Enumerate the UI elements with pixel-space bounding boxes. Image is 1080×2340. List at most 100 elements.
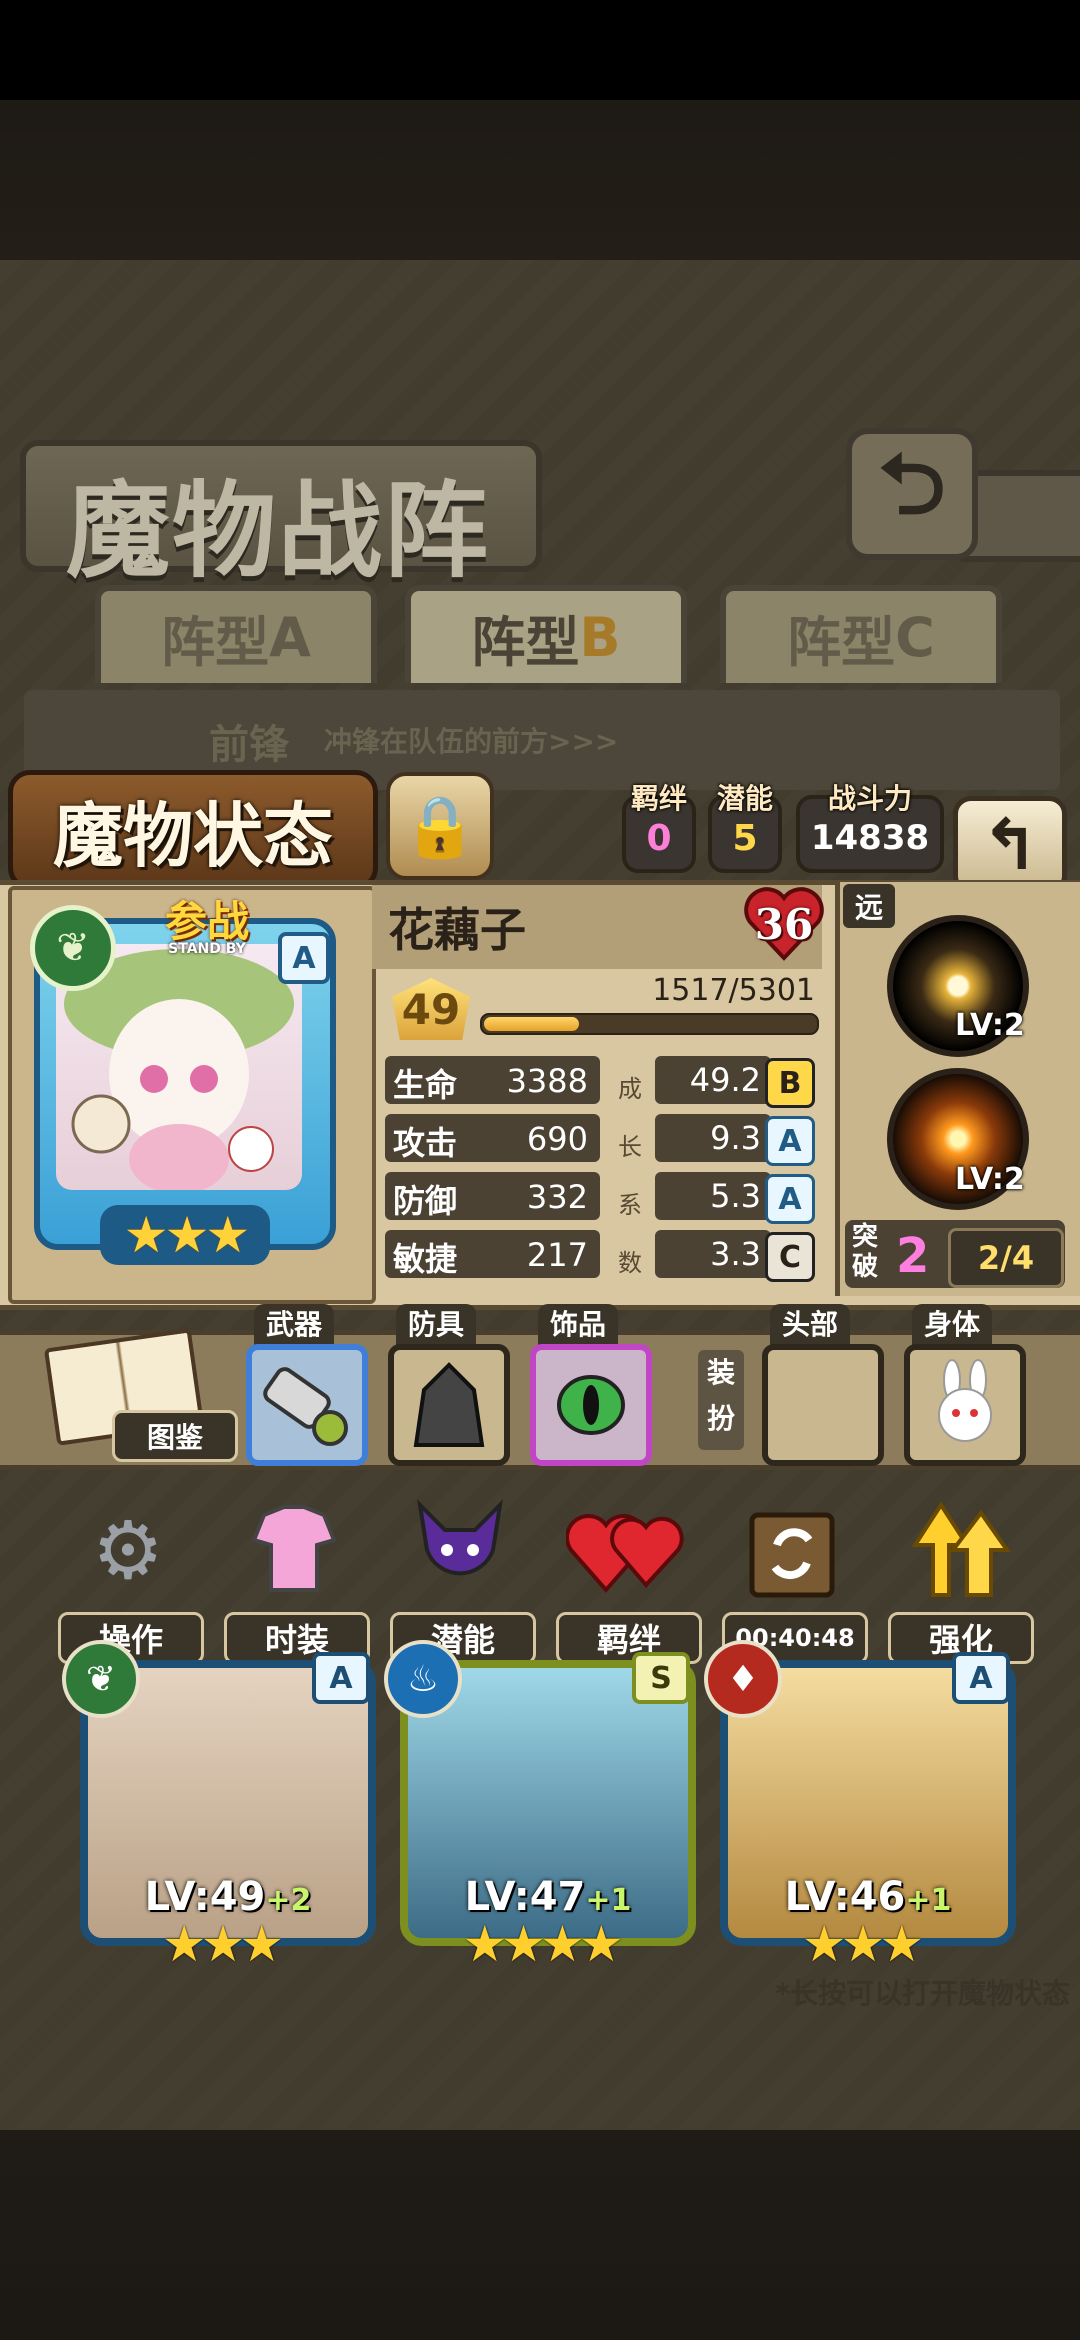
operation-button[interactable]: ⚙ 操作 [58, 1490, 204, 1664]
stat-row-hp: 生命 3388 49.2 B [385, 1056, 815, 1108]
card-plus: +1 [905, 1883, 952, 1918]
heart-badge: 36 [742, 882, 826, 966]
range-tag: 远 [843, 884, 895, 928]
codex-label: 图鉴 [112, 1410, 238, 1462]
lock-icon: 🔒 [402, 791, 478, 862]
outfit-icon [234, 1490, 354, 1610]
fire-element-icon: ♦ [704, 1640, 782, 1718]
stat-grade: A [765, 1174, 815, 1224]
screen-title: 魔物战阵 [66, 469, 491, 592]
vanguard-label: 前锋 [209, 722, 289, 768]
card-plus: +1 [585, 1883, 632, 1918]
tab-label: 阵型 [787, 610, 896, 674]
card-level: LV:46 [784, 1874, 906, 1920]
skill-level: LV:2 [955, 1162, 1025, 1197]
stat-name: 敏捷 [393, 1240, 458, 1278]
bond-value: 0 [646, 817, 672, 859]
card-stars: ★★★ [161, 1915, 284, 1973]
card-rank: S [632, 1652, 690, 1704]
hearts-icon [566, 1490, 686, 1610]
breakthrough-progress: 2/4 [948, 1228, 1064, 1288]
demon-icon [400, 1490, 520, 1610]
stat-value: 217 [526, 1236, 588, 1274]
tab-label: 阵型 [161, 610, 270, 674]
potential-pill: 潜能 5 [708, 782, 782, 873]
card-plus: +2 [265, 1883, 312, 1918]
potential-button[interactable]: 潜能 [390, 1490, 536, 1664]
stat-name: 防御 [393, 1182, 458, 1220]
bond-pill: 羁绊 0 [622, 782, 696, 873]
card-stars: ★★★★ [462, 1915, 623, 1973]
stat-grade: A [765, 1116, 815, 1166]
bond-button[interactable]: 羁绊 [556, 1490, 702, 1664]
cloak-icon [413, 1362, 485, 1447]
monster-stars: ★★★ [100, 1205, 270, 1265]
stat-grade: C [765, 1232, 815, 1282]
power-value: 14838 [810, 818, 930, 858]
card-level: LV:49 [144, 1874, 266, 1920]
eye-amulet-icon [557, 1375, 625, 1435]
exp-bar [480, 1013, 819, 1035]
back-arrow-icon: ⮌ [878, 434, 946, 533]
weapon-gatling-icon [263, 1367, 348, 1446]
breakthrough-label: 突破 [852, 1222, 879, 1282]
armor-slot[interactable] [388, 1344, 510, 1466]
tab-label: 阵型 [471, 610, 580, 674]
fashion-button[interactable]: 时装 [224, 1490, 370, 1664]
accessory-slot[interactable] [530, 1344, 652, 1466]
card-rank: A [312, 1652, 370, 1704]
leaf-element-icon: ❦ [30, 905, 116, 991]
title-plate: 魔物战阵 [20, 440, 542, 592]
stat-value: 332 [526, 1178, 588, 1216]
growth-char: 数 [618, 1249, 642, 1277]
lock-button[interactable]: 🔒 [386, 772, 494, 880]
stat-row-defense: 防御 332 5.3 A [385, 1172, 815, 1224]
dress-label: 装扮 [698, 1350, 744, 1450]
growth-label-col: 成 长 系 数 [618, 1060, 642, 1292]
exp-text: 1517/5301 [652, 973, 815, 1008]
breakthrough-value: 2 [896, 1228, 930, 1284]
upgrade-button[interactable]: 强化 [888, 1490, 1034, 1664]
body-slot[interactable] [904, 1344, 1026, 1466]
slot-label: 武器 [254, 1304, 335, 1346]
tab-formation-c[interactable]: 阵型 C [720, 585, 1002, 683]
bond-label: 羁绊 [630, 782, 687, 815]
tab-formation-a[interactable]: 阵型 A [95, 585, 377, 683]
growth-char: 成 [618, 1075, 642, 1103]
potential-value: 5 [732, 817, 758, 859]
slot-label: 饰品 [538, 1304, 619, 1346]
stat-value: 3388 [506, 1062, 588, 1100]
stat-row-attack: 攻击 690 9.3 A [385, 1114, 815, 1166]
standby-sub: STAND BY [168, 941, 246, 957]
stat-growth: 3.3 [655, 1230, 771, 1278]
gear-icon: ⚙ [92, 1503, 164, 1597]
card-rank: A [952, 1652, 1010, 1704]
codex-button[interactable]: 图鉴 [40, 1328, 238, 1462]
heart-value: 36 [754, 899, 814, 949]
head-slot[interactable] [762, 1344, 884, 1466]
tab-formation-b[interactable]: 阵型 B [405, 585, 687, 683]
leaf-element-icon: ❦ [62, 1640, 140, 1718]
stat-name: 攻击 [393, 1124, 458, 1162]
stat-value: 690 [526, 1120, 588, 1158]
stat-growth: 9.3 [655, 1114, 771, 1162]
upgrade-arrows-icon [898, 1490, 1018, 1610]
card-level: LV:47 [464, 1874, 586, 1920]
card-stars: ★★★ [801, 1915, 924, 1973]
standby-label: 参战 [164, 897, 249, 946]
refresh-chest-icon [732, 1490, 852, 1610]
refresh-button[interactable]: 00:40:48 [722, 1490, 868, 1664]
rank-badge: A [278, 932, 330, 984]
water-element-icon: ♨ [384, 1640, 462, 1718]
tab-letter: B [579, 605, 621, 669]
vanguard-desc: 冲锋在队伍的前方>>> [324, 725, 619, 758]
back-button[interactable]: ⮌ [846, 428, 978, 560]
title-right-plank [960, 470, 1080, 562]
power-pill: 战斗力 14838 [796, 782, 944, 873]
stat-growth: 49.2 [655, 1056, 771, 1104]
slot-label: 头部 [770, 1304, 851, 1346]
status-title: 魔物状态 [8, 770, 378, 890]
weapon-slot[interactable] [246, 1344, 368, 1466]
slot-label: 身体 [912, 1304, 993, 1346]
tab-letter: A [269, 605, 311, 669]
